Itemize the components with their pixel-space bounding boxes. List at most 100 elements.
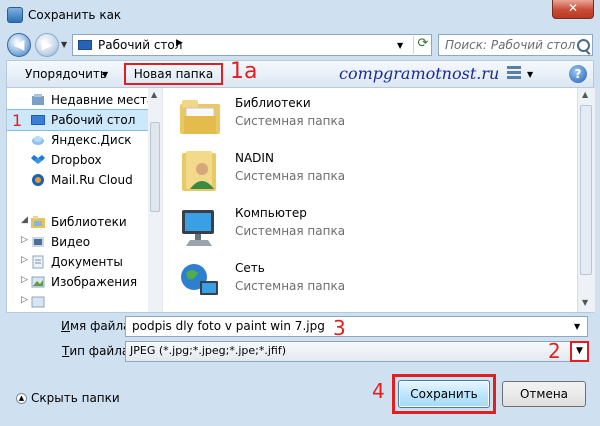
app-icon bbox=[7, 7, 23, 23]
recent-locations-dropdown[interactable]: ▼ bbox=[61, 40, 67, 49]
nav-item-documents[interactable]: ▷ Документы bbox=[7, 252, 148, 272]
annotation-3: 3 bbox=[333, 316, 346, 340]
expand-icon[interactable]: ▷ bbox=[21, 295, 28, 305]
music-library-icon bbox=[31, 296, 45, 308]
desktop-icon bbox=[78, 40, 92, 50]
file-item-computer[interactable]: Компьютер Системная папка bbox=[173, 200, 553, 255]
annotation-1: 1 bbox=[12, 111, 23, 130]
search-icon[interactable] bbox=[577, 39, 590, 52]
filename-value: podpis dly foto v paint win 7.jpg bbox=[132, 319, 325, 333]
view-dropdown-icon[interactable]: ▼ bbox=[527, 70, 533, 79]
filename-label: Имя файла: bbox=[61, 319, 135, 333]
mailru-cloud-icon bbox=[32, 174, 44, 186]
close-button[interactable]: ✕ bbox=[552, 0, 594, 19]
nav-item-desktop[interactable]: 1 Рабочий стол bbox=[7, 109, 149, 131]
navigation-pane: Недавние места 1 Рабочий стол Яндекс.Дис… bbox=[7, 88, 163, 312]
file-list: Библиотеки Системная папка NADIN Системн… bbox=[163, 88, 577, 312]
file-item-nadin[interactable]: NADIN Системная папка bbox=[173, 145, 553, 200]
scroll-down-icon[interactable]: ▼ bbox=[582, 298, 588, 307]
nav-item-label: Недавние места bbox=[51, 93, 155, 107]
file-type: Системная папка bbox=[235, 169, 346, 183]
nav-item-label: Изображения bbox=[51, 275, 138, 289]
filetype-dropdown-icon[interactable]: ▼ bbox=[570, 341, 589, 362]
forward-arrow-icon: ▶ bbox=[41, 37, 53, 53]
file-item-libraries[interactable]: Библиотеки Системная папка bbox=[173, 90, 553, 145]
documents-library-icon bbox=[32, 255, 44, 269]
nav-item-yandex-disk[interactable]: Яндекс.Диск bbox=[7, 130, 148, 150]
filetype-value: JPEG (*.jpg;*.jpeg;*.jpe;*.jfif) bbox=[130, 344, 287, 357]
scroll-up-icon[interactable]: ▲ bbox=[151, 90, 157, 99]
title-bar: Сохранить как ✕ bbox=[0, 0, 600, 30]
nav-item-partial[interactable]: ▷ bbox=[7, 292, 148, 312]
nav-item-mailru-cloud[interactable]: Mail.Ru Cloud bbox=[7, 170, 148, 190]
recent-places-icon bbox=[32, 94, 44, 105]
filetype-label: Тип файла: bbox=[62, 344, 134, 358]
hide-folders-label: Скрыть папки bbox=[31, 391, 120, 405]
expand-icon[interactable]: ▷ bbox=[21, 255, 28, 265]
file-name: Сеть bbox=[235, 261, 265, 275]
organize-button[interactable]: Упорядочить bbox=[25, 67, 107, 81]
file-fields: Имя файла: podpis dly foto v paint win 7… bbox=[0, 313, 600, 373]
forward-button[interactable]: ▶ bbox=[35, 33, 59, 57]
nav-item-label: Яндекс.Диск bbox=[51, 133, 132, 147]
address-bar[interactable]: Рабочий стол ▶ ▼ ⟳ bbox=[72, 34, 432, 56]
nav-item-recent-places[interactable]: Недавние места bbox=[7, 90, 154, 110]
save-button[interactable]: Сохранить bbox=[398, 380, 490, 408]
collapse-icon[interactable]: ◢ bbox=[21, 215, 28, 225]
nav-item-dropbox[interactable]: Dropbox bbox=[7, 150, 148, 170]
search-input[interactable]: Поиск: Рабочий стол bbox=[438, 34, 593, 56]
annotation-4: 4 bbox=[372, 379, 385, 403]
nav-item-label: Mail.Ru Cloud bbox=[51, 173, 133, 187]
file-name: NADIN bbox=[235, 151, 274, 165]
address-text: Рабочий стол bbox=[98, 38, 183, 52]
user-folder-icon bbox=[182, 151, 216, 191]
browser-area: Недавние места 1 Рабочий стол Яндекс.Дис… bbox=[6, 88, 595, 313]
video-library-icon bbox=[32, 237, 44, 247]
organize-dropdown-icon[interactable]: ▼ bbox=[102, 70, 108, 79]
file-name: Компьютер bbox=[235, 206, 307, 220]
scroll-thumb[interactable] bbox=[580, 105, 592, 275]
address-chevron-icon[interactable]: ▶ bbox=[176, 38, 183, 48]
scroll-thumb[interactable] bbox=[150, 122, 160, 212]
desktop-icon bbox=[31, 115, 45, 125]
file-item-network[interactable]: Сеть Системная папка bbox=[173, 255, 553, 310]
navigation-bar: ◀ ▶ ▼ Рабочий стол ▶ ▼ ⟳ Поиск: Рабочий … bbox=[0, 30, 600, 60]
nav-item-images[interactable]: ▷ Изображения bbox=[7, 272, 148, 292]
libraries-folder-icon bbox=[180, 100, 220, 134]
annotation-2: 2 bbox=[548, 339, 561, 363]
back-button[interactable]: ◀ bbox=[7, 33, 31, 57]
file-type: Системная папка bbox=[235, 279, 346, 293]
dialog-footer: ▲ Скрыть папки 4 Сохранить Отмена bbox=[0, 373, 600, 426]
filetype-select[interactable]: JPEG (*.jpg;*.jpeg;*.jpe;*.jfif) ▼ bbox=[125, 341, 589, 362]
expand-icon[interactable]: ▷ bbox=[21, 275, 28, 285]
libraries-icon bbox=[31, 216, 45, 228]
command-toolbar: Упорядочить ▼ Новая папка 1а compgramotn… bbox=[6, 59, 594, 88]
nav-item-label: Документы bbox=[51, 255, 123, 269]
expand-icon[interactable]: ▷ bbox=[21, 235, 28, 245]
yandex-disk-icon bbox=[32, 136, 44, 145]
network-icon bbox=[181, 264, 218, 295]
back-arrow-icon: ◀ bbox=[13, 37, 25, 53]
file-type: Системная папка bbox=[235, 114, 346, 128]
new-folder-button[interactable]: Новая папка bbox=[124, 63, 223, 85]
file-name: Библиотеки bbox=[235, 96, 311, 110]
filename-field[interactable]: podpis dly foto v paint win 7.jpg ▼ bbox=[125, 316, 588, 337]
nav-item-label: Библиотеки bbox=[51, 215, 127, 229]
nav-pane-scrollbar[interactable]: ▲ bbox=[148, 88, 162, 312]
nav-item-libraries[interactable]: ◢ Библиотеки bbox=[7, 212, 148, 232]
scroll-up-icon[interactable]: ▲ bbox=[582, 90, 588, 99]
nav-item-label: Dropbox bbox=[51, 153, 102, 167]
help-icon[interactable]: ? bbox=[569, 65, 587, 83]
change-view-icon[interactable] bbox=[507, 66, 521, 80]
cancel-button[interactable]: Отмена bbox=[502, 381, 586, 407]
nav-item-video[interactable]: ▷ Видео bbox=[7, 232, 148, 252]
images-library-icon bbox=[31, 276, 45, 288]
save-as-dialog: Сохранить как ✕ ◀ ▶ ▼ Рабочий стол ▶ ▼ ⟳… bbox=[0, 0, 600, 426]
address-dropdown-icon[interactable]: ▼ bbox=[397, 41, 403, 50]
filename-dropdown-icon[interactable]: ▼ bbox=[574, 322, 580, 331]
search-placeholder: Поиск: Рабочий стол bbox=[445, 38, 576, 52]
window-title: Сохранить как bbox=[28, 8, 122, 22]
refresh-icon[interactable]: ⟳ bbox=[413, 36, 432, 54]
file-list-scrollbar[interactable]: ▲ ▼ bbox=[577, 88, 595, 312]
chevron-up-icon: ▲ bbox=[16, 393, 27, 404]
